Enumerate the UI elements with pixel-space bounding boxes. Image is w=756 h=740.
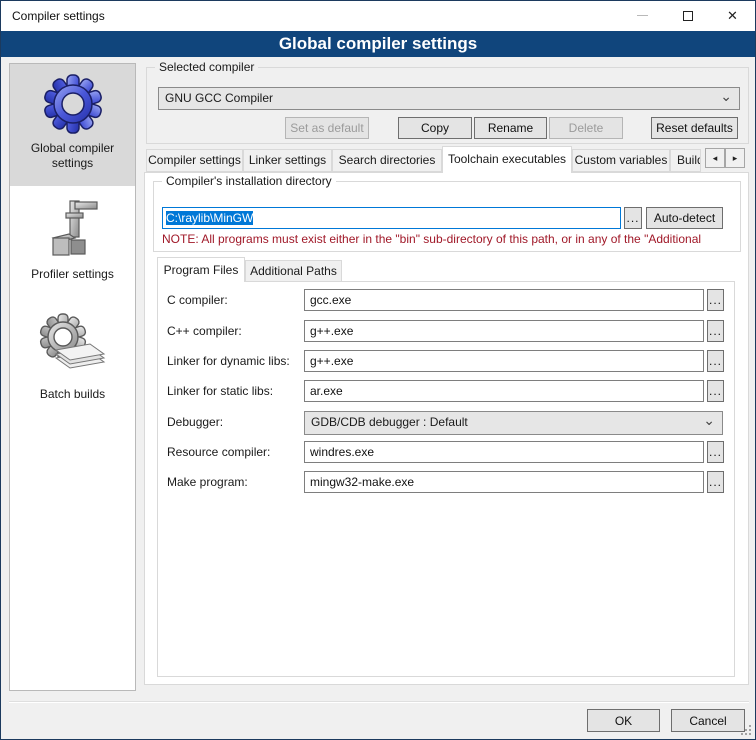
sidebar-item-global-compiler-settings[interactable]: Global compiler settings xyxy=(10,64,135,186)
close-button[interactable]: ✕ xyxy=(710,1,755,30)
browse-static-linker-button[interactable]: ... xyxy=(707,380,724,402)
browse-resource-compiler-button[interactable]: ... xyxy=(707,441,724,463)
resource-compiler-input[interactable] xyxy=(304,441,704,463)
chevron-down-icon: ⌄ xyxy=(720,86,732,107)
cancel-button[interactable]: Cancel xyxy=(671,709,745,732)
tab-scroll-right-button[interactable]: ▸ xyxy=(725,148,745,168)
install-dir-note: NOTE: All programs must exist either in … xyxy=(162,232,739,246)
reset-defaults-button[interactable]: Reset defaults xyxy=(651,117,738,139)
browse-install-dir-button[interactable]: ... xyxy=(624,207,642,229)
set-as-default-button[interactable]: Set as default xyxy=(285,117,369,139)
blue-gear-icon xyxy=(10,72,135,139)
browse-c-compiler-button[interactable]: ... xyxy=(707,289,724,311)
maximize-icon xyxy=(683,11,693,21)
compiler-settings-dialog: Compiler settings ✕ Global compiler sett… xyxy=(0,0,756,740)
tab-linker-settings[interactable]: Linker settings xyxy=(243,149,332,172)
resize-grip[interactable] xyxy=(749,733,751,735)
debugger-label: Debugger: xyxy=(167,411,223,433)
tab-additional-paths[interactable]: Additional Paths xyxy=(245,260,342,282)
sidebar-item-label: Batch builds xyxy=(10,385,135,410)
sidebar-item-label: Global compiler settings xyxy=(10,139,135,179)
tab-search-directories[interactable]: Search directories xyxy=(332,149,442,172)
dynamic-linker-input[interactable] xyxy=(304,350,704,372)
install-dir-selected-text: C:\raylib\MinGW xyxy=(166,211,253,225)
make-program-label: Make program: xyxy=(167,471,248,493)
debugger-select-value: GDB/CDB debugger : Default xyxy=(311,415,468,429)
minimize-icon xyxy=(637,15,648,16)
dynamic-linker-label: Linker for dynamic libs: xyxy=(167,350,290,372)
cpp-compiler-input[interactable] xyxy=(304,320,704,342)
tab-build-options[interactable]: Build options xyxy=(670,149,701,172)
c-compiler-input[interactable] xyxy=(304,289,704,311)
group-legend: Compiler's installation directory xyxy=(162,174,336,189)
page-title: Global compiler settings xyxy=(1,31,755,57)
sidebar-item-label: Profiler settings xyxy=(10,265,135,290)
rename-button[interactable]: Rename xyxy=(474,117,547,139)
browse-make-program-button[interactable]: ... xyxy=(707,471,724,493)
settings-category-list: Global compiler settings xyxy=(9,63,136,691)
ok-button[interactable]: OK xyxy=(587,709,660,732)
window-title: Compiler settings xyxy=(12,1,105,31)
maximize-button[interactable] xyxy=(665,1,710,30)
static-linker-input[interactable] xyxy=(304,380,704,402)
sidebar-item-profiler-settings[interactable]: Profiler settings xyxy=(10,186,135,290)
debugger-select[interactable]: GDB/CDB debugger : Default ⌄ xyxy=(304,411,723,435)
tab-scroll-left-button[interactable]: ◂ xyxy=(705,148,725,168)
tab-toolchain-executables[interactable]: Toolchain executables xyxy=(442,146,572,173)
sidebar-item-batch-builds[interactable]: Batch builds xyxy=(10,290,135,410)
static-linker-label: Linker for static libs: xyxy=(167,380,273,402)
compiler-select-value: GNU GCC Compiler xyxy=(165,91,273,105)
c-compiler-label: C compiler: xyxy=(167,289,228,311)
tab-compiler-settings[interactable]: Compiler settings xyxy=(146,149,243,172)
selected-compiler-group: Selected compiler GNU GCC Compiler ⌄ Set… xyxy=(146,67,749,144)
browse-dynamic-linker-button[interactable]: ... xyxy=(707,350,724,372)
minimize-button[interactable] xyxy=(620,1,665,30)
delete-button[interactable]: Delete xyxy=(549,117,623,139)
title-bar[interactable]: Compiler settings ✕ xyxy=(1,1,755,31)
footer-divider xyxy=(9,701,749,703)
caliper-icon xyxy=(10,198,135,265)
make-program-input[interactable] xyxy=(304,471,704,493)
compiler-select[interactable]: GNU GCC Compiler ⌄ xyxy=(158,87,740,110)
tab-program-files[interactable]: Program Files xyxy=(157,257,245,282)
install-dir-input[interactable]: C:\raylib\MinGW xyxy=(162,207,621,229)
tab-custom-variables[interactable]: Custom variables xyxy=(572,149,670,172)
cpp-compiler-label: C++ compiler: xyxy=(167,320,242,342)
close-icon: ✕ xyxy=(727,9,738,22)
resource-compiler-label: Resource compiler: xyxy=(167,441,270,463)
group-legend: Selected compiler xyxy=(155,60,258,75)
copy-button[interactable]: Copy xyxy=(398,117,472,139)
auto-detect-button[interactable]: Auto-detect xyxy=(646,207,723,229)
browse-cpp-compiler-button[interactable]: ... xyxy=(707,320,724,342)
chevron-down-icon: ⌄ xyxy=(703,410,715,431)
gear-stack-icon xyxy=(10,312,135,385)
